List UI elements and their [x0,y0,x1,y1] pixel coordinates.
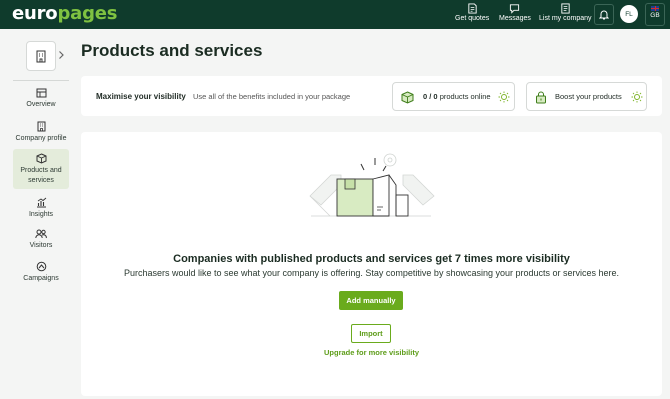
nav-list-company[interactable]: List my company [539,3,592,22]
language-selector[interactable]: GB [645,3,665,26]
visibility-banner: Maximise your visibility Use all of the … [81,76,662,116]
nav-get-quotes[interactable]: Get quotes [455,3,489,22]
lock-boost-icon [536,91,546,104]
products-icon [36,153,46,164]
overview-icon [36,88,46,98]
boost-label: Boost your products [555,92,622,101]
sidebar-item-products[interactable]: Products and services [13,149,69,189]
company-profile-icon [37,121,45,132]
import-button[interactable]: Import [351,324,391,343]
sidebar-item-visitors[interactable]: Visitors [13,225,69,255]
nav-messages[interactable]: Messages [499,3,531,22]
uk-flag-icon [651,6,659,11]
building-icon [36,50,46,62]
add-manually-button[interactable]: Add manually [339,291,403,310]
upgrade-link-text[interactable]: Upgrade for more visibility [324,348,419,357]
empty-state-title: Companies with published products and se… [173,253,570,265]
bell-icon [599,10,609,20]
language-code: GB [650,12,660,19]
list-company-icon [561,3,570,14]
products-online-pill[interactable]: 0 / 0 products online [392,82,515,111]
visibility-subtitle: Use all of the benefits included in your… [193,92,351,101]
visitors-icon [35,229,47,239]
europages-logo[interactable]: europages [12,3,118,24]
sidebar-item-campaigns[interactable]: Campaigns [13,257,69,287]
empty-state-subtitle: Purchasers would like to see what your c… [123,268,620,278]
messages-icon [510,4,520,14]
lightbulb-icon [631,91,643,103]
products-count: 0 / 0 [423,92,438,101]
user-avatar[interactable]: FL [620,5,638,23]
boost-products-pill[interactable]: Boost your products [526,82,647,111]
products-online-label: products online [439,92,491,101]
upgrade-link: Upgrade for more visibility [81,348,662,357]
top-bar: europages Get quotes Messages List my co… [0,0,670,29]
sidebar-item-company-profile[interactable]: Company profile [13,117,69,147]
sidebar-item-insights[interactable]: Insights [13,193,69,223]
company-switcher[interactable] [26,41,56,71]
campaigns-icon [36,261,46,272]
sidebar-item-overview[interactable]: Overview [13,84,69,114]
sidebar-divider [13,80,69,81]
empty-products-illustration [309,153,435,217]
box-icon [401,91,414,104]
page-title: Products and services [81,41,263,60]
empty-state-card: Companies with published products and se… [81,132,662,396]
notifications-button[interactable] [594,4,614,25]
chevron-right-icon[interactable] [58,50,65,60]
lightbulb-icon [498,91,510,103]
insights-icon [36,197,46,208]
quotes-icon [468,3,477,14]
visibility-title: Maximise your visibility [96,92,186,101]
